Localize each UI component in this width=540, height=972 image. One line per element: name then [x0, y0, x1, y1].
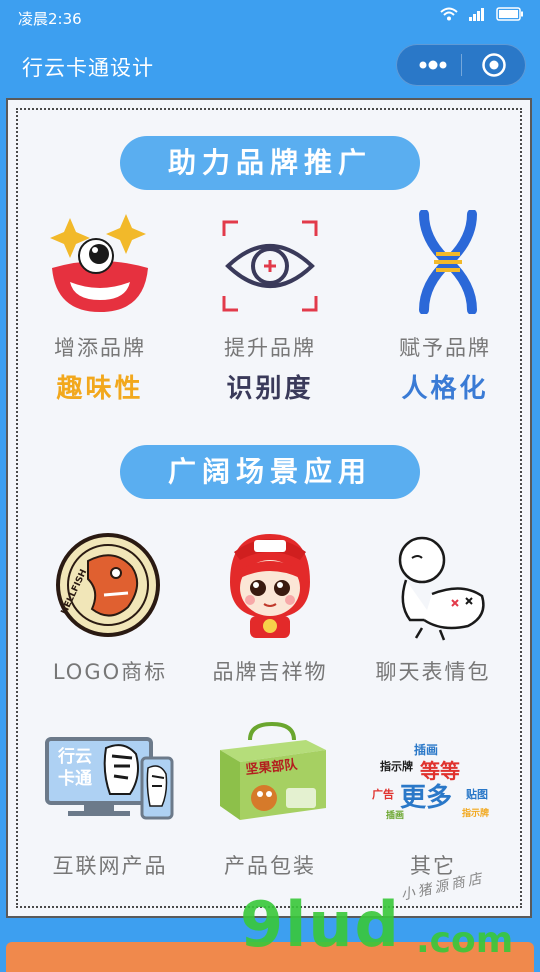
- scene-logo: LOGO商标: [25, 656, 195, 686]
- feature-highlight: 趣味性: [56, 374, 144, 404]
- scene-caption: 产品包装: [224, 854, 316, 878]
- wifi-icon: [440, 7, 458, 21]
- watermark-suffix: .com: [416, 920, 514, 961]
- devices-icon: 行云 卡通: [45, 737, 174, 820]
- scene-mascot: 品牌吉祥物: [185, 656, 355, 686]
- device-screen-line2: 卡通: [58, 768, 92, 789]
- watermark-logo: 9lud: [240, 888, 401, 961]
- cloud-word: 插画: [414, 742, 438, 757]
- section-title-scenes: 广阔场景应用: [120, 445, 420, 499]
- hellfish-logo-icon: HELLFISH: [56, 533, 160, 637]
- scene-caption: 聊天表情包: [375, 660, 491, 684]
- scene-internet: 互联网产品: [25, 850, 195, 880]
- cloud-word: 更多: [400, 783, 452, 813]
- package-box-icon: 坚果部队: [220, 722, 326, 820]
- scene-packaging: 产品包装: [185, 850, 355, 880]
- scene-caption: 互联网产品: [52, 854, 168, 878]
- feature-caption: 增添品牌: [54, 336, 146, 360]
- cloud-word: 等等: [420, 759, 460, 783]
- section-title-brand-promotion: 助力品牌推广: [120, 136, 420, 190]
- nav-bar: 行云卡通设计: [0, 34, 540, 98]
- cloud-word: 插画: [386, 809, 404, 821]
- status-bar: 凌晨2:36: [0, 0, 540, 34]
- word-cloud-icon: 插画 等等 更多 指示牌 广告 贴图 插画 指示牌: [372, 742, 489, 821]
- close-target-icon[interactable]: [481, 52, 507, 78]
- feature-caption: 提升品牌: [224, 336, 316, 360]
- status-time: 凌晨2:36: [18, 10, 82, 28]
- scene-caption: 品牌吉祥物: [212, 660, 328, 684]
- scene-caption: LOGO商标: [52, 660, 168, 684]
- cloud-word: 指示牌: [462, 807, 489, 819]
- feature-highlight: 识别度: [226, 374, 314, 404]
- feature-fun: 增添品牌 趣味性: [15, 332, 185, 405]
- mini-program-capsule: [396, 44, 526, 86]
- cloud-word: 贴图: [465, 787, 488, 801]
- device-screen-line1: 行云: [57, 746, 92, 767]
- page-title: 行云卡通设计: [22, 56, 154, 80]
- sticker-icon: [398, 536, 485, 641]
- scene-other: 其它: [348, 850, 518, 880]
- battery-icon: [496, 7, 523, 21]
- dna-icon: [419, 210, 477, 314]
- scene-stickers: 聊天表情包: [348, 656, 518, 686]
- eye-focus-icon: [222, 220, 318, 312]
- scene-caption: 其它: [410, 854, 456, 878]
- feature-caption: 赋予品牌: [399, 336, 491, 360]
- more-icon[interactable]: [413, 54, 453, 76]
- capsule-divider: [461, 54, 462, 76]
- mascot-icon: [230, 534, 310, 638]
- cloud-word: 指示牌: [380, 759, 413, 773]
- cloud-word: 广告: [372, 787, 394, 801]
- feature-recognition: 提升品牌 识别度: [185, 332, 355, 405]
- signal-icon: [469, 8, 484, 21]
- feature-highlight: 人格化: [401, 374, 489, 404]
- feature-personality: 赋予品牌 人格化: [360, 332, 530, 405]
- clown-eye-icon: [50, 214, 148, 312]
